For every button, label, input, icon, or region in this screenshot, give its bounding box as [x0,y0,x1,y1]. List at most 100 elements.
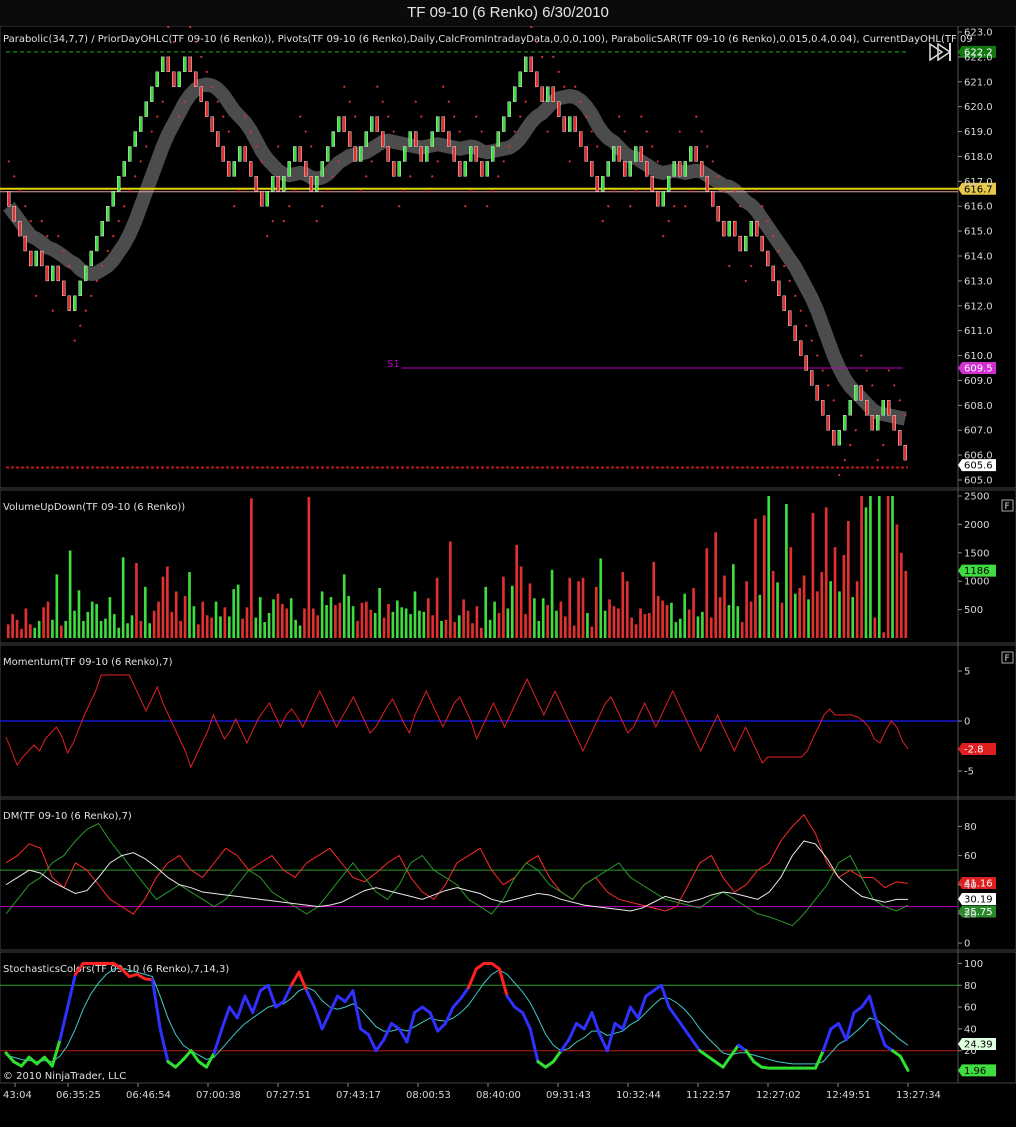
volume-bar [612,606,616,638]
sar-dot [766,220,769,223]
renko-brick [155,71,159,87]
sar-dot [678,130,681,133]
renko-brick [518,71,522,87]
sar-dot [211,85,214,88]
renko-brick [7,191,11,207]
price-badge-value: 605.6 [964,461,993,472]
dm-tick-label: 0 [964,939,970,950]
sar-dot [178,115,181,118]
renko-brick [485,161,489,177]
volume-bar [250,498,253,638]
volume-bar [166,566,169,638]
renko-brick [502,116,506,132]
volume-bar [210,617,213,638]
volume-bar [170,611,174,638]
time-tick-label: 43:04 [3,1090,32,1101]
renko-brick [639,146,643,162]
renko-brick [623,161,627,177]
renko-brick [529,56,533,73]
volume-bar [188,572,191,638]
renko-brick [507,101,511,117]
sar-dot [535,40,538,44]
renko-brick [188,56,192,73]
volume-bar [152,610,156,638]
time-tick-label: 07:00:38 [196,1090,241,1101]
volume-bar [6,624,10,638]
sar-dot [420,115,423,118]
renko-brick [199,86,203,102]
renko-brick [628,161,632,177]
volume-bar [316,615,320,638]
volume-bar [157,601,160,638]
sar-dot [541,55,544,58]
sar-dot [530,26,533,29]
renko-brick [364,131,368,147]
volume-bar [860,496,863,638]
volume-bar [267,613,271,638]
volume-tick-label: 1500 [964,548,989,559]
sar-dot [882,444,885,447]
renko-brick [755,220,759,237]
sar-dot [436,160,439,163]
volume-panel-toggle-button[interactable]: F [1001,499,1014,512]
price-tick-label: 612.0 [964,301,993,312]
renko-brick [463,161,467,177]
volume-bar [121,557,125,638]
sar-dot [662,234,665,238]
volume-bar [201,601,205,638]
volume-bar [568,577,572,638]
price-badge: 609.5 [958,362,996,375]
sar-dot [337,160,340,163]
renko-brick [276,176,280,192]
price-tick-label: 605.0 [964,476,993,487]
renko-brick [210,116,214,132]
sar-dot [596,145,599,148]
time-tick-label: 07:43:17 [336,1090,381,1101]
volume-bar [798,588,801,638]
sar-dot [409,175,412,178]
sar-dot [733,190,736,193]
volume-bar [303,608,306,638]
volume-bar [749,601,753,638]
sar-dot [117,220,120,223]
sar-dot [711,160,714,163]
momentum-badge-value: -2.8 [964,745,984,756]
renko-brick [315,176,319,192]
renko-brick [727,220,731,237]
renko-brick [205,101,209,117]
renko-brick [733,220,737,237]
sar-dot [293,190,296,193]
sar-dot [326,190,329,193]
sar-dot [51,309,54,312]
volume-bar [342,574,346,638]
momentum-badge: -2.8 [958,743,996,756]
sar-dot [717,175,720,178]
sar-dot [810,339,813,342]
renko-brick [601,176,605,192]
sar-dot [29,220,32,223]
renko-brick [84,265,88,282]
renko-brick [326,146,330,162]
renko-brick [815,385,819,401]
volume-bar [780,602,784,638]
volume-bar [709,617,713,638]
sar-dot [194,40,197,44]
volume-bar [68,550,72,638]
renko-brick [254,176,258,192]
volume-bar [179,620,182,638]
sar-dot [849,444,852,447]
renko-brick [865,400,869,416]
renko-brick [903,444,907,461]
volume-bar [223,607,227,638]
sar-dot [35,294,38,297]
renko-brick [166,56,170,73]
volume-bar [232,589,236,638]
renko-brick [100,220,104,237]
price-tick-label: 622.0 [964,52,993,63]
volume-bar [776,582,779,638]
sar-dot [832,399,835,402]
sar-dot [46,234,49,238]
renko-brick [859,385,863,401]
momentum-panel-toggle-button[interactable]: F [1001,651,1014,664]
sar-dot [40,220,43,223]
